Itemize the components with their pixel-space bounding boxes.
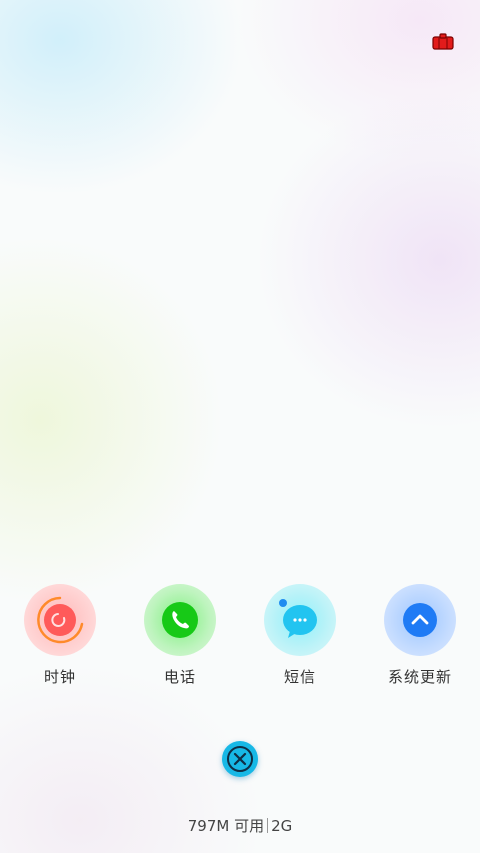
app-label: 时钟 bbox=[43, 668, 76, 686]
system-update-icon bbox=[384, 584, 456, 656]
app-label: 系统更新 bbox=[387, 668, 452, 686]
memory-status: 797M 可用 2G bbox=[0, 815, 480, 836]
app-messages[interactable]: 短信 bbox=[240, 584, 360, 687]
phone-icon bbox=[144, 584, 216, 656]
app-phone[interactable]: 电话 bbox=[120, 584, 240, 687]
close-icon bbox=[227, 746, 253, 772]
message-icon bbox=[264, 584, 336, 656]
recent-apps-row: 时钟 电话 短信 系统更新 bbox=[0, 584, 480, 694]
app-clock[interactable]: 时钟 bbox=[0, 584, 120, 687]
divider bbox=[267, 818, 269, 833]
recent-apps-icon[interactable] bbox=[432, 33, 454, 51]
app-system-update[interactable]: 系统更新 bbox=[360, 584, 480, 687]
clock-icon bbox=[24, 584, 96, 656]
app-label: 短信 bbox=[283, 668, 316, 686]
memory-total: 2G bbox=[271, 817, 293, 835]
app-label: 电话 bbox=[163, 668, 196, 686]
close-all-button[interactable] bbox=[222, 741, 258, 777]
memory-available: 797M 可用 bbox=[187, 817, 265, 835]
